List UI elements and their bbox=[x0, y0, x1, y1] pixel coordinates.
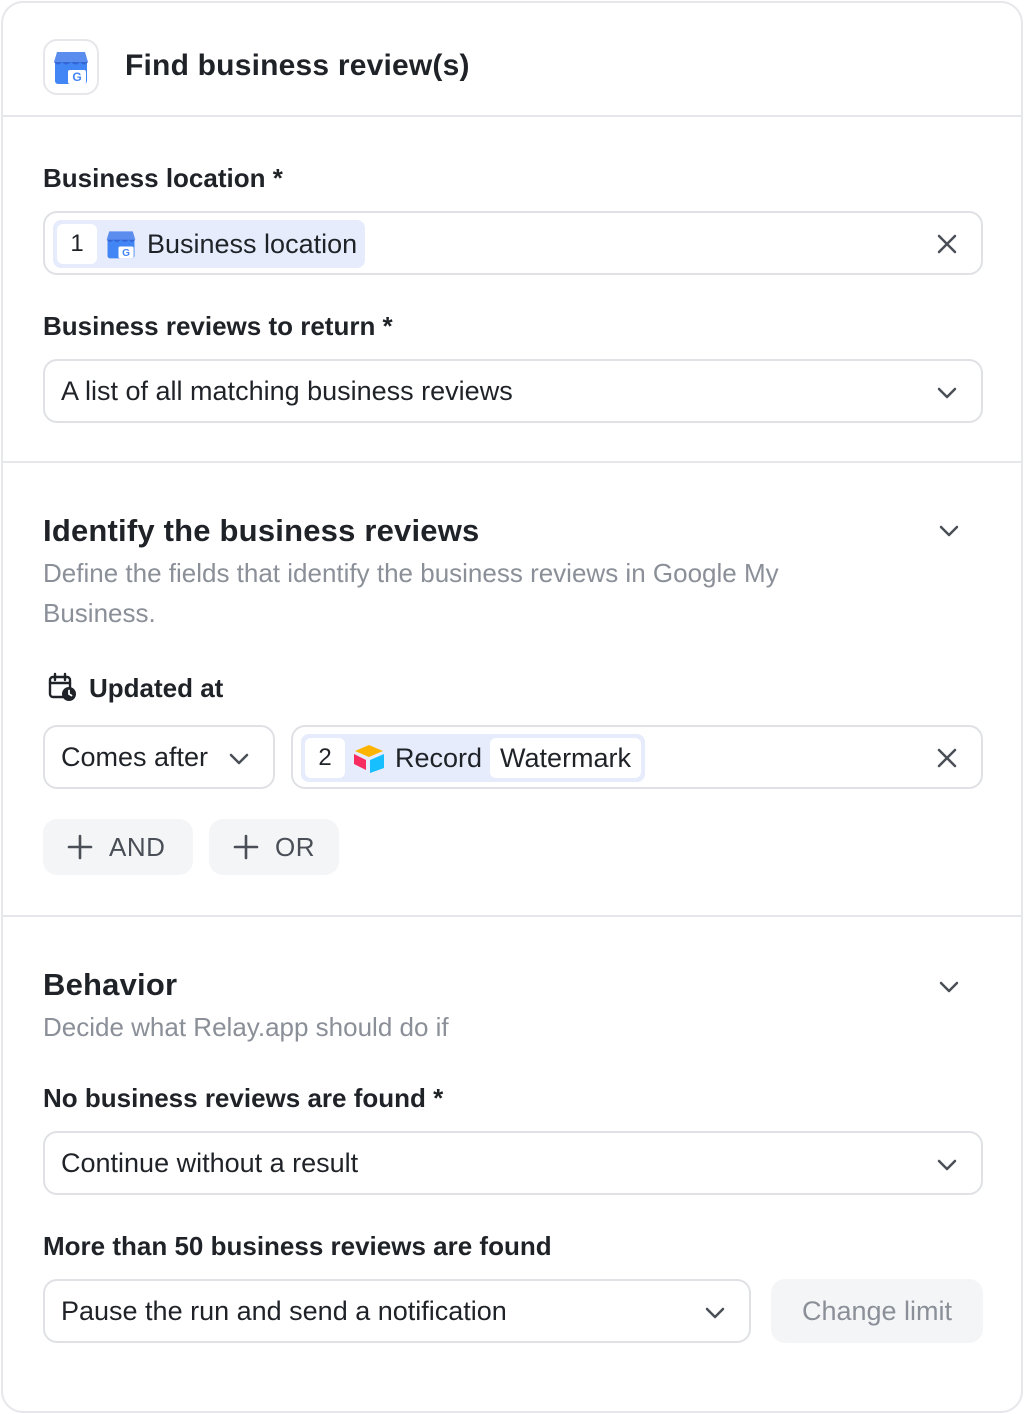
behavior-section: Behavior Decide what Relay.app should do… bbox=[3, 917, 1021, 1411]
no-reviews-found-select[interactable]: Continue without a result bbox=[43, 1131, 983, 1195]
identify-description: Define the fields that identify the busi… bbox=[43, 558, 779, 628]
select-value: A list of all matching business reviews bbox=[61, 376, 513, 406]
google-my-business-icon: G bbox=[43, 39, 99, 95]
token-label-record: Record bbox=[395, 742, 483, 773]
google-my-business-icon: G bbox=[101, 224, 141, 264]
select-value: Pause the run and send a notification bbox=[61, 1296, 507, 1326]
and-button-label: AND bbox=[109, 831, 166, 862]
reviews-to-return-select[interactable]: A list of all matching business reviews bbox=[43, 359, 983, 423]
panel-header: G Find business review(s) bbox=[3, 3, 1021, 117]
select-value: Continue without a result bbox=[61, 1148, 359, 1178]
behavior-title: Behavior bbox=[43, 967, 178, 1002]
business-location-label: Business location * bbox=[43, 163, 283, 193]
chevron-down-icon bbox=[937, 387, 957, 399]
svg-text:G: G bbox=[122, 248, 130, 259]
add-and-condition-button[interactable]: AND bbox=[43, 819, 193, 875]
chevron-down-icon bbox=[937, 1159, 957, 1171]
chevron-down-icon bbox=[705, 1307, 725, 1319]
operator-select[interactable]: Comes after bbox=[43, 725, 275, 789]
reviews-to-return-label: Business reviews to return * bbox=[43, 311, 393, 341]
page-title: Find business review(s) bbox=[125, 49, 470, 82]
plus-icon bbox=[233, 834, 259, 860]
token-label: Business location bbox=[147, 228, 358, 259]
collapse-chevron-icon[interactable] bbox=[937, 519, 961, 543]
token-label-watermark: Watermark bbox=[490, 738, 642, 778]
chevron-down-icon bbox=[229, 753, 249, 765]
record-watermark-token[interactable]: 2 Record Watermark bbox=[301, 734, 646, 782]
updated-at-value-field[interactable]: 2 Record Watermark bbox=[291, 725, 983, 789]
plus-icon bbox=[67, 834, 93, 860]
operator-value: Comes after bbox=[61, 742, 209, 772]
many-reviews-found-label: More than 50 business reviews are found bbox=[43, 1231, 552, 1261]
business-location-token[interactable]: 1 G Business location bbox=[53, 220, 366, 268]
clear-icon[interactable] bbox=[935, 746, 959, 770]
identify-section: Identify the business reviews Define the… bbox=[3, 463, 1021, 917]
svg-text:G: G bbox=[72, 70, 81, 84]
collapse-chevron-icon[interactable] bbox=[937, 975, 961, 999]
identify-title: Identify the business reviews bbox=[43, 513, 480, 548]
or-button-label: OR bbox=[275, 831, 315, 862]
step-number-badge: 2 bbox=[305, 738, 345, 778]
change-limit-button[interactable]: Change limit bbox=[771, 1279, 983, 1343]
calendar-clock-icon bbox=[48, 672, 76, 701]
many-reviews-found-select[interactable]: Pause the run and send a notification bbox=[43, 1279, 751, 1343]
inputs-section: Business location * 1 G Business locatio… bbox=[3, 117, 1021, 463]
business-location-field[interactable]: 1 G Business location bbox=[43, 211, 983, 275]
behavior-description: Decide what Relay.app should do if bbox=[43, 1012, 449, 1042]
find-business-reviews-panel: G Find business review(s) Business locat… bbox=[1, 1, 1023, 1413]
step-number-badge: 1 bbox=[57, 224, 97, 264]
no-reviews-found-label: No business reviews are found * bbox=[43, 1083, 444, 1113]
add-or-condition-button[interactable]: OR bbox=[209, 819, 339, 875]
airtable-icon bbox=[349, 738, 389, 778]
clear-icon[interactable] bbox=[935, 232, 959, 256]
updated-at-label: Updated at bbox=[89, 673, 224, 703]
